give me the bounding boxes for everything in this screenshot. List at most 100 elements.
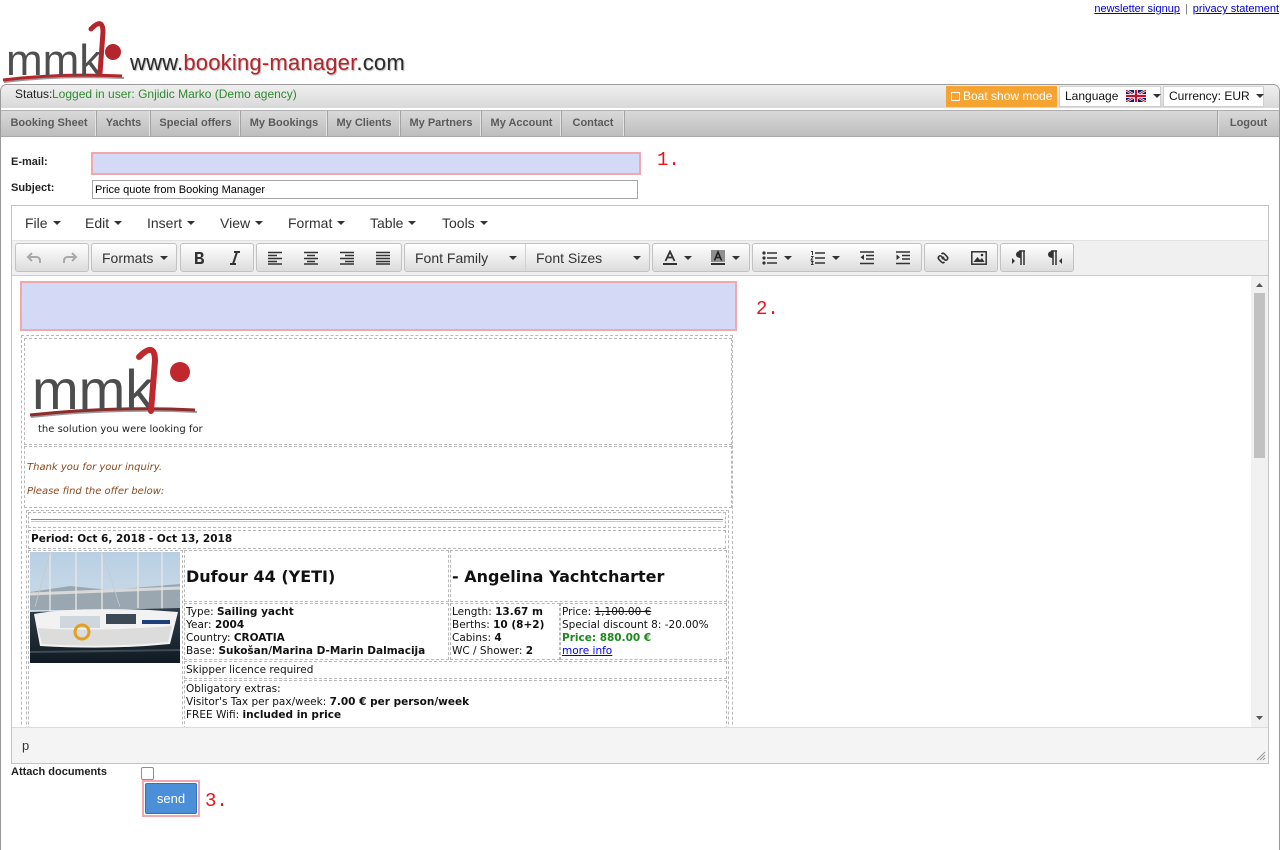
email-field[interactable]: [91, 152, 641, 175]
right-to-left-button[interactable]: [1037, 244, 1073, 271]
italic-icon: [230, 250, 240, 265]
menu-view-label: View: [220, 215, 251, 231]
menu-edit[interactable]: Edit: [85, 213, 123, 234]
align-justify-button[interactable]: [365, 244, 401, 271]
spec-label: Length:: [452, 606, 492, 618]
history-group: [15, 243, 89, 272]
align-left-button[interactable]: [257, 244, 293, 271]
scroll-down-icon[interactable]: [1251, 711, 1268, 725]
privacy-statement-link[interactable]: privacy statement: [1193, 3, 1279, 15]
more-info-link[interactable]: more info: [562, 645, 612, 657]
nav-yachts[interactable]: Yachts: [97, 111, 151, 136]
resize-handle-icon[interactable]: [1256, 751, 1266, 761]
menu-edit-label: Edit: [85, 215, 110, 231]
spec-country: Country: CROATIA: [186, 632, 448, 645]
spec-value: 2: [525, 645, 534, 657]
language-select[interactable]: Language: [1059, 86, 1162, 107]
menu-file-label: File: [25, 215, 48, 231]
bullet-list-button[interactable]: [753, 244, 801, 271]
intro-text-block[interactable]: [20, 281, 737, 331]
site-name-main: booking-manager: [183, 50, 357, 75]
indent-button[interactable]: [885, 244, 921, 271]
scroll-up-icon[interactable]: [1251, 278, 1268, 292]
font-family-dropdown[interactable]: Font Family: [405, 244, 526, 271]
offer-divider-cell: [28, 512, 726, 528]
bold-button[interactable]: [181, 244, 217, 271]
logged-in-user: Logged in user: Gnjidic Marko (Demo agen…: [52, 87, 297, 101]
send-button[interactable]: send: [145, 783, 197, 814]
spec-base: Base: Sukošan/Marina D-Marin Dalmacija: [186, 645, 448, 658]
editor-statusbar: p: [12, 727, 1268, 763]
undo-button[interactable]: [16, 244, 52, 271]
element-path[interactable]: p: [22, 738, 29, 753]
chevron-down-icon: [633, 255, 641, 260]
nav-contact[interactable]: Contact: [562, 111, 625, 136]
horizontal-rule: [31, 519, 723, 522]
background-color-button[interactable]: [701, 244, 749, 271]
text-color-button[interactable]: [653, 244, 701, 271]
yacht-image-cell: [28, 550, 183, 727]
email-mmk-logo: mmk the solution you were looking for: [29, 347, 204, 435]
scrollbar-thumb[interactable]: [1254, 293, 1265, 458]
redo-button[interactable]: [52, 244, 88, 271]
original-price: Price: 1,100.00 €: [562, 606, 726, 619]
numbered-list-button[interactable]: [801, 244, 849, 271]
chevron-down-icon: [187, 221, 196, 225]
extra-label: Visitor's Tax per pax/week:: [186, 696, 327, 708]
spec-wc-shower: WC / Shower: 2: [452, 645, 559, 658]
nav-my-bookings[interactable]: My Bookings: [241, 111, 328, 136]
menu-format[interactable]: Format: [288, 213, 346, 234]
chevron-down-icon: [832, 255, 840, 260]
attach-documents-checkbox[interactable]: [141, 767, 154, 780]
menu-insert[interactable]: Insert: [147, 213, 196, 234]
boat-show-mode-button[interactable]: Boat show mode: [946, 86, 1057, 107]
extra-value: included in price: [242, 709, 342, 721]
offer-table: Period: Oct 6, 2018 - Oct 13, 2018 Dufou…: [26, 510, 729, 727]
editor-scrollbar[interactable]: [1251, 276, 1268, 727]
align-center-button[interactable]: [293, 244, 329, 271]
mmk-logo[interactable]: mmk: [0, 15, 126, 85]
outdent-icon: [860, 250, 874, 264]
nav-special-offers[interactable]: Special offers: [151, 111, 241, 136]
menu-table[interactable]: Table: [370, 213, 417, 234]
formats-label: Formats: [102, 249, 154, 266]
chevron-down-icon: [52, 221, 61, 225]
nav-my-partners[interactable]: My Partners: [401, 111, 482, 136]
nav-my-account[interactable]: My Account: [482, 111, 562, 136]
outdent-button[interactable]: [849, 244, 885, 271]
menu-tools[interactable]: Tools: [442, 213, 488, 234]
menu-file[interactable]: File: [25, 213, 61, 234]
menu-view[interactable]: View: [220, 213, 264, 234]
final-price: Price: 880.00 €: [562, 632, 726, 645]
nav-booking-sheet[interactable]: Booking Sheet: [2, 111, 97, 136]
font-sizes-dropdown[interactable]: Font Sizes: [526, 244, 649, 271]
original-price-value: 1,100.00 €: [594, 606, 652, 618]
direction-group: [1000, 243, 1074, 272]
email-logo-cell: mmk the solution you were looking for: [24, 338, 732, 445]
insert-link-button[interactable]: [925, 244, 961, 271]
editor-content[interactable]: mmk the solution you were looking for Th…: [12, 276, 1268, 727]
email-label: E-mail:: [11, 156, 48, 168]
newsletter-signup-link[interactable]: newsletter signup: [1094, 3, 1180, 15]
font-sizes-label: Font Sizes: [536, 249, 603, 266]
insert-image-button[interactable]: [961, 244, 997, 271]
yacht-photo[interactable]: [30, 552, 180, 663]
spec-year: Year: 2004: [186, 619, 448, 632]
nav-my-clients[interactable]: My Clients: [328, 111, 401, 136]
chevron-down-icon: [732, 255, 740, 260]
logout-button[interactable]: Logout: [1217, 111, 1279, 136]
spec-label: Country:: [186, 632, 231, 644]
align-right-button[interactable]: [329, 244, 365, 271]
formats-dropdown[interactable]: Formats: [92, 244, 176, 271]
align-left-icon: [268, 251, 282, 265]
final-price-label: Price:: [562, 632, 597, 644]
spec-label: Base:: [186, 645, 216, 657]
charter-company: - Angelina Yachtcharter: [452, 566, 665, 586]
subject-field[interactable]: [92, 180, 638, 199]
italic-button[interactable]: [217, 244, 253, 271]
currency-select[interactable]: Currency: EUR: [1163, 86, 1265, 107]
editor-toolbar: Formats Font Family Font Sizes: [12, 240, 1268, 276]
uk-flag-icon: [1125, 88, 1147, 104]
spec-value: 13.67 m: [495, 606, 543, 618]
left-to-right-button[interactable]: [1001, 244, 1037, 271]
